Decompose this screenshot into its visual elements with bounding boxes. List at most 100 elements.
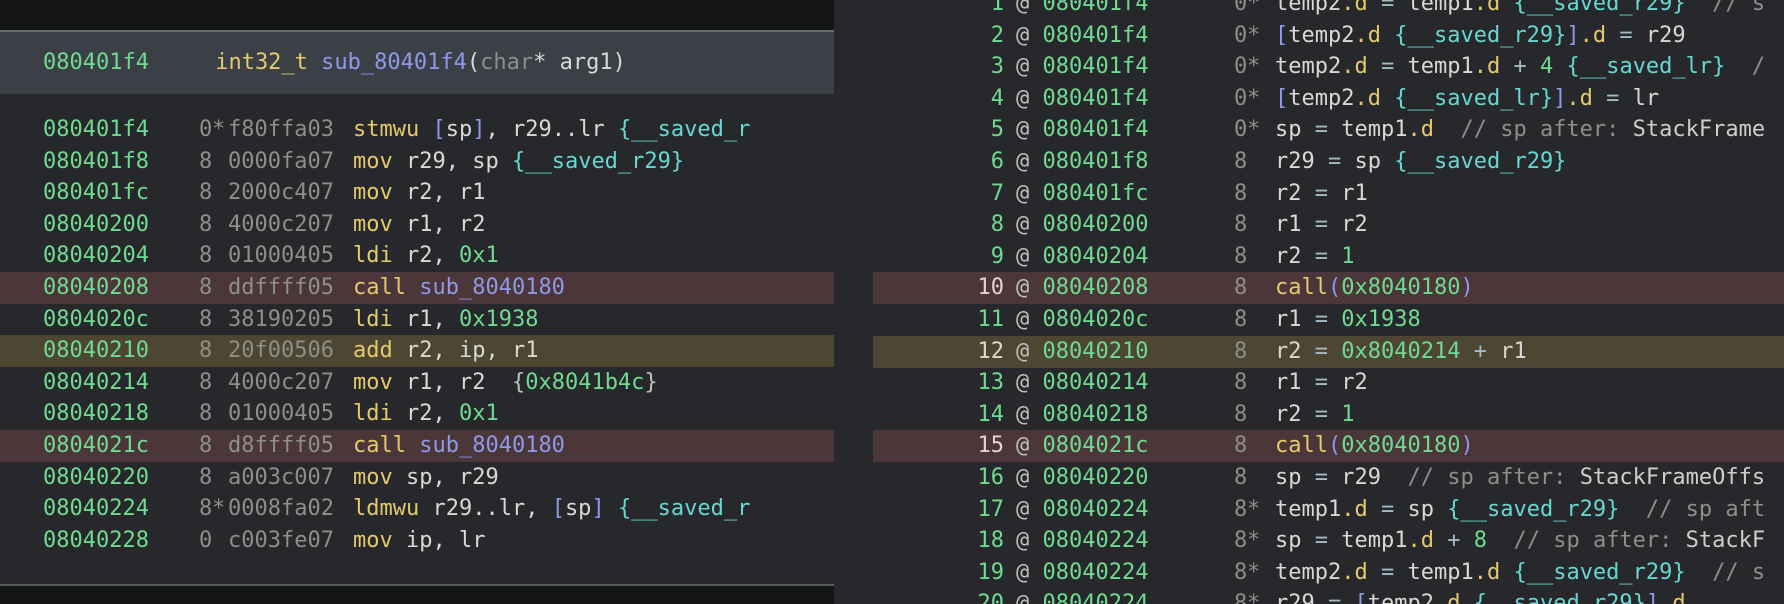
il-line-number: 15 [977,433,1005,459]
disasm-row[interactable]: 08040228 0 c003fe07 mov ip, lr [0,525,834,557]
code-token: call [1275,433,1328,459]
il-row[interactable]: 16 @ 08040220 8 sp = r29 // sp after: Stack… [873,462,1784,494]
code-token: .d [1659,591,1686,604]
code-token: mov [353,180,393,206]
opcode-bytes-cell: c003fe07 [228,527,334,553]
code-token: sp [1354,149,1382,174]
disasm-row[interactable]: 08040204 8 01000405 ldi r2, 0x1 [0,240,834,272]
llil-panel: 1 @ 080401f4 0 * temp2.d = temp1.d {__saved_… [873,0,1784,604]
code-token: ldmwu [353,496,420,522]
instruction-cell: mov r1, r2 {0x8041b4c} [353,367,750,399]
il-row[interactable]: 9 @ 08040204 8 r2 = 1 [873,241,1784,273]
il-row[interactable]: 8 @ 08040200 8 r1 = r2 [873,209,1784,241]
instruction-cell: mov r29, sp {__saved_r29} [353,146,750,178]
il-expression-cell: sp = r29 // sp after: StackFrameOffs [1275,462,1765,494]
address-cell: 0804020c [43,306,149,332]
stack-offset-cell: 0 [1234,54,1248,80]
disasm-row[interactable]: 08040224 8 * 0008fa02 ldmwu r29..lr, [sp] {_… [0,493,834,525]
il-row[interactable]: 14 @ 08040218 8 r2 = 1 [873,399,1784,431]
il-row[interactable]: 12 @ 08040210 8 r2 = 0x8040214 + r1 [873,335,1784,368]
il-address-cell: @ 080401f8 [1016,146,1234,178]
disasm-row[interactable]: 08040210 8 20f00506 add r2, ip, r1 [0,335,834,368]
code-token: temp2 [1288,22,1355,48]
code-token: {__saved_lr} [1380,85,1554,111]
code-token: 0x1 [458,401,499,427]
il-row[interactable]: 18 @ 08040224 8 * sp = temp1.d + 8 // sp aft… [873,525,1784,557]
il-row[interactable]: 5 @ 080401f4 0 * sp = temp1.d // sp after: S… [873,114,1784,146]
stack-offset-cell: 8 [1234,401,1248,427]
il-row[interactable]: 3 @ 080401f4 0 * temp2.d = temp1.d + 4 {__sa… [873,51,1784,83]
code-token: @ [1016,180,1043,206]
il-expression-cell: temp1.d = sp {__saved_r29} // sp aft [1275,494,1765,526]
code-token: = [1606,22,1646,48]
code-token: mov [353,369,393,395]
disasm-row[interactable]: 080401fc 8 2000c407 mov r2, r1 [0,177,834,209]
il-row[interactable]: 17 @ 08040224 8 * temp1.d = sp {__saved_r29}… [873,494,1784,526]
code-token: @ [1016,117,1043,143]
bottom-gap-strip [0,586,834,604]
il-row[interactable]: 13 @ 08040214 8 r1 = r2 [873,367,1784,399]
code-token: 0x8041b4c [525,369,645,395]
address-cell: 08040214 [43,369,149,395]
il-row[interactable]: 6 @ 080401f8 8 r29 = sp {__saved_r29} [873,146,1784,178]
disasm-row[interactable]: 080401f4 0 * f80ffa03 stmwu [sp], r29..lr {_… [0,114,834,146]
il-row[interactable]: 10 @ 08040208 8 call(0x8040180) [873,272,1784,305]
address-cell: 08040224 [43,496,149,522]
disasm-row[interactable]: 0804021c 8 d8ffff05 call sub_8040180 [0,430,834,462]
il-row[interactable]: 1 @ 080401f4 0 * temp2.d = temp1.d {__saved_… [873,0,1784,20]
function-signature-row[interactable]: 080401f4 int32_t sub_80401f4(char* arg1) [0,32,834,94]
code-token: @ [1016,275,1043,301]
code-token: 080401f8 [1042,149,1149,174]
code-token: r29 [1275,149,1315,174]
offset-star-cell: * [1247,528,1261,554]
disassembly-panel: 080401f4 0 * f80ffa03 stmwu [sp], r29..lr {_… [0,0,834,604]
il-row[interactable]: 20 @ 08040224 8 * r29 = [temp2.d {__saved_r2… [873,588,1784,604]
il-expression-cell: temp2.d = temp1.d {__saved_r29} // s [1275,0,1765,20]
address-cell: 080401f8 [43,148,149,174]
disasm-row[interactable]: 080401f8 8 0000fa07 mov r29, sp {__saved_r2… [0,146,834,178]
code-token: temp1 [1341,528,1408,554]
il-line-number: 13 [977,370,1005,396]
il-row[interactable]: 15 @ 0804021c 8 call(0x8040180) [873,430,1784,463]
code-token: .d [1566,85,1593,111]
code-token: @ [1016,591,1043,604]
code-token: ] [1566,22,1580,48]
disasm-row[interactable]: 08040208 8 ddffff05 call sub_8040180 [0,272,834,304]
code-token: .d [1341,54,1368,80]
code-token: 08040204 [1042,243,1149,269]
code-token: = [1301,528,1342,554]
il-address-cell: @ 080401f4 [1016,0,1234,20]
il-row[interactable]: 19 @ 08040224 8 * temp2.d = temp1.d {__saved… [873,557,1784,589]
il-row[interactable]: 7 @ 080401fc 8 r2 = r1 [873,178,1784,210]
code-token: .d [1341,559,1368,585]
code-token: } [644,369,658,395]
disasm-row[interactable]: 08040200 8 4000c207 mov r1, r2 [0,209,834,241]
il-line-number: 4 [990,85,1004,111]
il-address-cell: @ 08040220 [1016,462,1234,494]
address-cell: 08040208 [43,275,149,300]
il-row[interactable]: 4 @ 080401f4 0 * [temp2.d {__saved_lr}].d = … [873,83,1784,115]
code-token: temp2 [1275,0,1342,16]
instruction-cell: call sub_8040180 [353,430,750,462]
disasm-row[interactable]: 08040214 8 4000c207 mov r1, r2 {0x8041b4c} [0,367,834,399]
code-token: // sp after: [1433,117,1633,143]
disasm-row[interactable]: 08040220 8 a003c007 mov sp, r29 [0,462,834,494]
il-address-cell: @ 0804021c [1016,430,1234,462]
code-token: r1, r2 [392,211,486,237]
code-token: call [353,433,406,458]
stack-offset-cell: 8 [1234,338,1248,364]
stack-offset-cell: 8 [199,243,213,269]
il-address-cell: @ 080401f4 [1016,83,1234,115]
disasm-row[interactable]: 08040218 8 01000405 ldi r2, 0x1 [0,398,834,430]
il-row[interactable]: 11 @ 0804020c 8 r1 = 0x1938 [873,304,1784,336]
code-token: 08040224 [1042,591,1149,604]
stack-offset-cell: 8 [199,275,213,300]
code-token: ] [591,496,605,522]
il-line-number: 10 [977,275,1005,301]
code-token: // sp after: [1486,528,1686,554]
code-token: @ [1016,54,1043,80]
il-address-cell: @ 08040208 [1016,272,1234,304]
il-row[interactable]: 2 @ 080401f4 0 * [temp2.d {__saved_r29}].d =… [873,20,1784,52]
disasm-row[interactable]: 0804020c 8 38190205 ldi r1, 0x1938 [0,304,834,336]
